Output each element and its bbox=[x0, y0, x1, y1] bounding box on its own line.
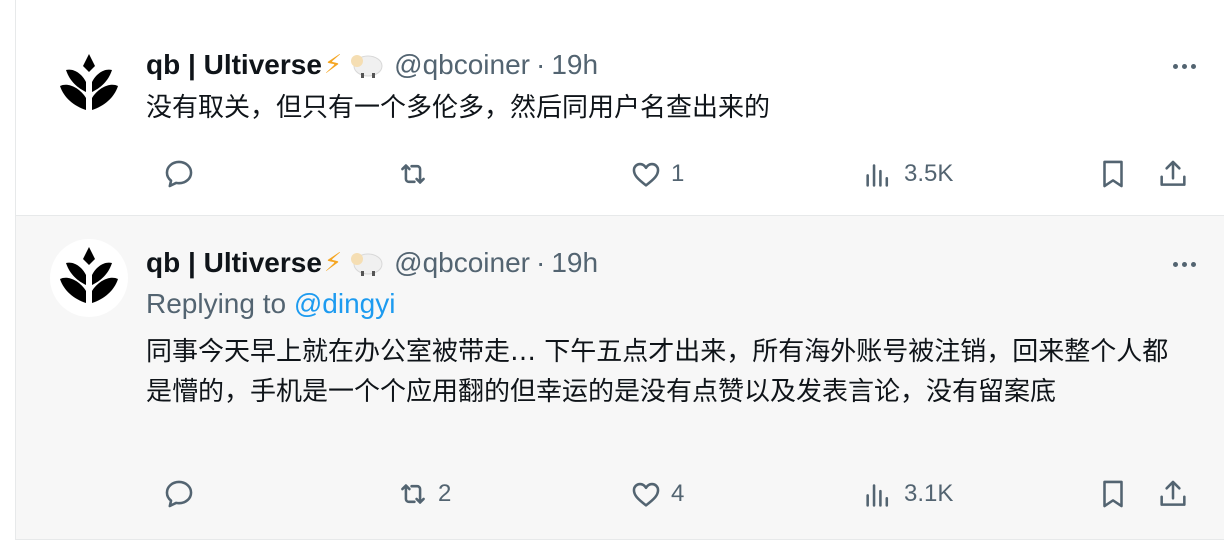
replying-prefix: Replying to bbox=[146, 288, 287, 319]
bookmark-icon bbox=[1103, 480, 1123, 508]
like-button[interactable]: 1 bbox=[629, 154, 684, 194]
more-icon[interactable] bbox=[1164, 250, 1204, 278]
author-name[interactable]: qb | Ultiverse bbox=[146, 247, 322, 279]
more-icon[interactable] bbox=[1164, 52, 1204, 80]
views-icon bbox=[866, 484, 889, 507]
reply-icon bbox=[165, 160, 193, 188]
tweet-header: qb | Ultiverse ⚡ @qbcoiner · 19h bbox=[146, 244, 1204, 282]
reply-button[interactable] bbox=[162, 474, 204, 514]
ultiverse-logo-icon bbox=[60, 54, 118, 110]
mention-link[interactable]: @dingyi bbox=[294, 288, 396, 319]
separator-dot: · bbox=[536, 49, 546, 80]
tweet-actions: 1 3.5K bbox=[146, 154, 1204, 194]
retweet-button[interactable]: 2 bbox=[396, 474, 451, 514]
tweet-text: 同事今天早上就在办公室被带走… 下午五点才出来，所有海外账号被注销，回来整个人都… bbox=[146, 337, 1169, 407]
share-icon bbox=[1160, 160, 1186, 186]
sheep-icon bbox=[348, 249, 384, 277]
bookmark-button[interactable] bbox=[1096, 154, 1130, 194]
avatar[interactable] bbox=[50, 239, 128, 317]
share-icon bbox=[1160, 480, 1186, 506]
retweet-count: 2 bbox=[438, 480, 452, 507]
lightning-icon: ⚡ bbox=[323, 248, 343, 278]
share-button[interactable] bbox=[1156, 474, 1190, 514]
author-name[interactable]: qb | Ultiverse bbox=[146, 49, 322, 81]
like-button[interactable]: 4 bbox=[629, 474, 684, 514]
retweet-icon bbox=[401, 164, 425, 184]
separator-dot: · bbox=[536, 247, 546, 278]
like-count: 1 bbox=[671, 160, 685, 187]
views-count: 3.1K bbox=[904, 480, 954, 507]
tweet[interactable]: qb | Ultiverse ⚡ @qbcoiner · 19h 没有取关，但只… bbox=[15, 0, 1224, 216]
timestamp[interactable]: 19h bbox=[551, 49, 598, 81]
lightning-icon: ⚡ bbox=[323, 50, 343, 80]
tweet-highlighted[interactable]: qb | Ultiverse ⚡ @qbcoiner · 19h Replyin… bbox=[15, 216, 1224, 540]
author-handle[interactable]: @qbcoiner bbox=[394, 49, 530, 81]
retweet-button[interactable] bbox=[396, 154, 438, 194]
views-button[interactable]: 3.5K bbox=[862, 154, 953, 194]
sheep-icon bbox=[348, 51, 384, 79]
tweet-header: qb | Ultiverse ⚡ @qbcoiner · 19h bbox=[146, 46, 1204, 84]
like-icon bbox=[632, 482, 660, 507]
bookmark-icon bbox=[1103, 160, 1123, 188]
like-icon bbox=[632, 162, 660, 187]
tweet-text: 没有取关，但只有一个多伦多，然后同用户名查出来的 bbox=[146, 93, 771, 123]
views-button[interactable]: 3.1K bbox=[862, 474, 953, 514]
reply-button[interactable] bbox=[162, 154, 204, 194]
avatar[interactable] bbox=[50, 46, 128, 124]
tweet-actions: 2 4 3.1K bbox=[146, 474, 1204, 514]
views-count: 3.5K bbox=[904, 160, 954, 187]
views-icon bbox=[866, 164, 889, 187]
reply-icon bbox=[165, 480, 193, 508]
share-button[interactable] bbox=[1156, 154, 1190, 194]
bookmark-button[interactable] bbox=[1096, 474, 1130, 514]
timestamp[interactable]: 19h bbox=[551, 247, 598, 279]
retweet-icon bbox=[401, 484, 425, 504]
author-handle[interactable]: @qbcoiner bbox=[394, 247, 530, 279]
ultiverse-logo-icon bbox=[60, 247, 118, 303]
like-count: 4 bbox=[671, 480, 685, 507]
replying-to: Replying to @dingyi bbox=[146, 288, 395, 320]
